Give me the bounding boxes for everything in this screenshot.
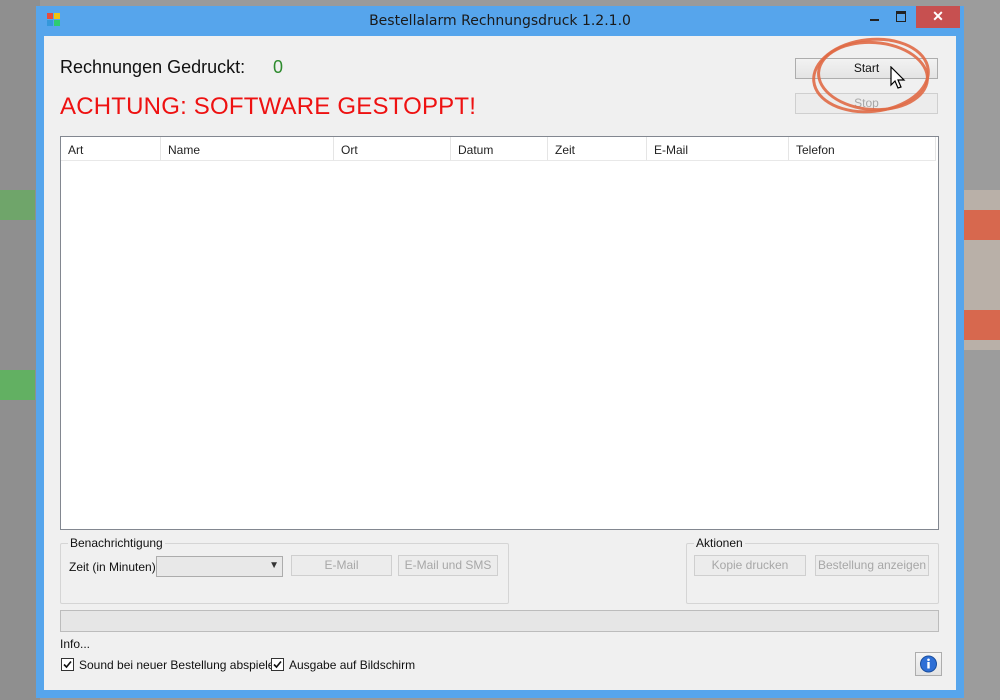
- print-copy-button[interactable]: Kopie drucken: [694, 555, 806, 576]
- minimize-icon[interactable]: [862, 6, 888, 28]
- column-header-art[interactable]: Art: [61, 137, 161, 161]
- info-text: Info...: [60, 637, 91, 651]
- client-area: Rechnungen Gedruckt: 0 ACHTUNG: SOFTWARE…: [44, 32, 956, 690]
- actions-group: Aktionen Kopie drucken Bestellung anzeig…: [686, 536, 939, 604]
- orders-table[interactable]: Art Name Ort Datum Zeit E-Mail Telefon: [60, 136, 939, 530]
- chevron-down-icon: ▼: [269, 560, 279, 571]
- title-bar[interactable]: Bestellalarm Rechnungsdruck 1.2.1.0 ✕: [36, 6, 964, 36]
- background-hint: [963, 210, 1000, 240]
- sound-checkbox[interactable]: Sound bei neuer Bestellung abspielen: [61, 658, 281, 674]
- time-label: Zeit (in Minuten): [69, 560, 156, 574]
- mouse-cursor-icon: [890, 66, 906, 89]
- info-icon: [920, 655, 937, 673]
- background-left: [0, 0, 40, 700]
- background-right: [960, 0, 1000, 700]
- checkbox-checked-icon[interactable]: [271, 658, 284, 672]
- screen-output-checkbox-label: Ausgabe auf Bildschirm: [289, 658, 416, 672]
- actions-group-title: Aktionen: [694, 536, 745, 550]
- status-warning: ACHTUNG: SOFTWARE GESTOPPT!: [60, 93, 477, 120]
- maximize-icon[interactable]: [888, 6, 914, 28]
- column-header-ort[interactable]: Ort: [334, 137, 451, 161]
- background-hint: [0, 190, 35, 220]
- notification-group: Benachrichtigung Zeit (in Minuten) ▼ E-M…: [60, 536, 509, 604]
- column-header-email[interactable]: E-Mail: [647, 137, 789, 161]
- column-header-telefon[interactable]: Telefon: [789, 137, 936, 161]
- progress-bar: [60, 610, 939, 632]
- checkbox-checked-icon[interactable]: [61, 658, 74, 672]
- column-header-name[interactable]: Name: [161, 137, 334, 161]
- column-header-zeit[interactable]: Zeit: [548, 137, 647, 161]
- table-header: Art Name Ort Datum Zeit E-Mail Telefon: [61, 137, 938, 161]
- background-hint: [963, 310, 1000, 340]
- notification-group-title: Benachrichtigung: [68, 536, 165, 550]
- sound-checkbox-label: Sound bei neuer Bestellung abspielen: [79, 658, 282, 672]
- window-title: Bestellalarm Rechnungsdruck 1.2.1.0: [369, 13, 631, 29]
- close-icon[interactable]: ✕: [916, 6, 960, 28]
- background-hint: [0, 370, 35, 400]
- column-header-datum[interactable]: Datum: [451, 137, 548, 161]
- email-sms-button[interactable]: E-Mail und SMS: [398, 555, 498, 576]
- info-button[interactable]: [915, 652, 942, 676]
- email-button[interactable]: E-Mail: [291, 555, 392, 576]
- printed-count-label: Rechnungen Gedruckt:: [60, 57, 246, 77]
- app-window: Bestellalarm Rechnungsdruck 1.2.1.0 ✕ Re…: [36, 6, 964, 698]
- time-select[interactable]: ▼: [156, 556, 283, 577]
- screen-output-checkbox[interactable]: Ausgabe auf Bildschirm: [271, 658, 415, 674]
- printed-count-value: 0: [273, 57, 284, 77]
- show-order-button[interactable]: Bestellung anzeigen: [815, 555, 929, 576]
